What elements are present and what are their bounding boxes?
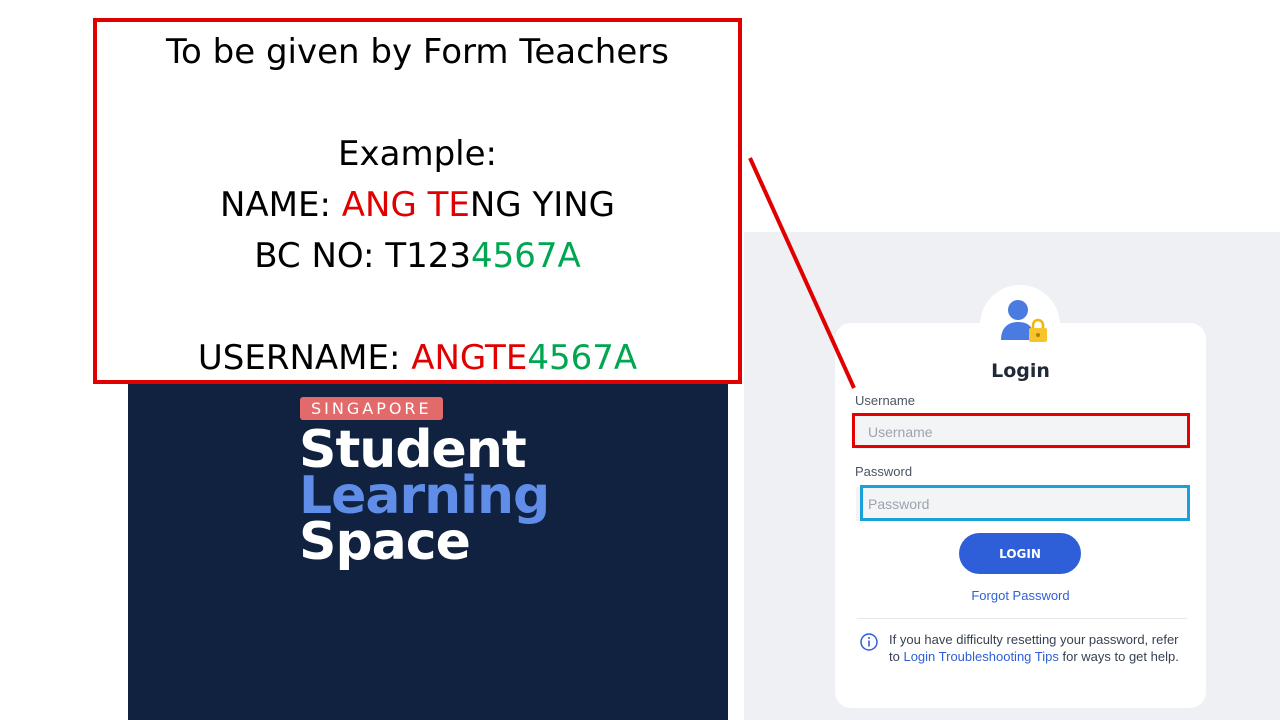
singapore-badge: SINGAPORE: [300, 397, 443, 420]
name-highlight: ANG TE: [341, 185, 470, 225]
avatar: [980, 285, 1060, 365]
login-button[interactable]: LOGIN: [959, 533, 1081, 574]
logo-word-space: Space: [299, 512, 471, 572]
username-example-red: ANGTE: [411, 338, 528, 378]
password-input[interactable]: [856, 487, 1189, 521]
bc-highlight: 4567A: [471, 236, 581, 276]
callout-name-line: NAME: ANG TENG YING: [97, 185, 738, 225]
divider: [857, 618, 1187, 619]
username-input[interactable]: [856, 415, 1189, 449]
callout-heading: To be given by Form Teachers: [166, 32, 669, 72]
callout-username-line: USERNAME: ANGTE4567A: [97, 338, 738, 378]
login-title: Login: [991, 360, 1050, 382]
troubleshooting-link[interactable]: Login Troubleshooting Tips: [903, 649, 1058, 664]
forgot-password-link[interactable]: Forgot Password: [835, 588, 1206, 603]
callout-bc-line: BC NO: T1234567A: [97, 236, 738, 276]
user-lock-icon: [1001, 300, 1047, 342]
password-label: Password: [855, 464, 913, 479]
branding-panel: SINGAPORE Student Learning Space: [128, 378, 728, 720]
info-icon: [860, 633, 878, 651]
name-rest: NG YING: [469, 185, 616, 225]
help-message: If you have difficulty resetting your pa…: [889, 631, 1189, 665]
name-label: NAME:: [219, 185, 342, 225]
bc-label: BC NO: T123: [254, 236, 471, 276]
username-example-label: USERNAME:: [197, 338, 412, 378]
username-label: Username: [855, 393, 915, 408]
annotation-callout: To be given by Form Teachers Example: NA…: [93, 18, 742, 384]
callout-example-label: Example:: [338, 134, 497, 174]
username-example-green: 4567A: [527, 338, 638, 378]
help-text-end: for ways to get help.: [1058, 649, 1179, 664]
